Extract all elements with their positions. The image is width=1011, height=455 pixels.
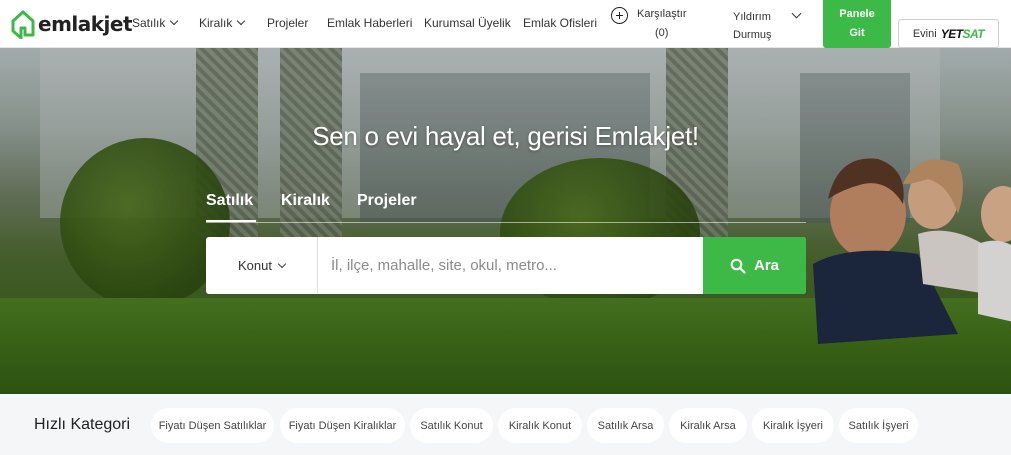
search-icon [730, 258, 746, 274]
compare-button[interactable]: Karşılaştır (0) [611, 6, 691, 42]
panel-button-line2: Git [849, 27, 865, 39]
yetsat-prefix: Evini [912, 27, 937, 40]
compare-count: (0) [655, 27, 669, 39]
search-button-label: Ara [753, 257, 779, 274]
user-last-name: Durmuş [733, 29, 772, 41]
nav-projeler[interactable]: Projeler [267, 16, 308, 30]
nav-kurumsal-uyelik[interactable]: Kurumsal Üyelik [424, 16, 511, 30]
search-button[interactable]: Ara [703, 237, 806, 294]
tab-projeler[interactable]: Projeler [357, 192, 417, 222]
chip-kiralik-konut[interactable]: Kiralık Konut [498, 408, 582, 443]
search-tabs: Satılık Kiralık Projeler [206, 192, 806, 223]
hero-banner: Sen o evi hayal et, gerisi Emlakjet! Sat… [0, 48, 1011, 394]
plus-circle-icon [611, 7, 628, 24]
quick-category-title: Hızlı Kategori [34, 416, 131, 433]
nav-emlak-ofisleri[interactable]: Emlak Ofisleri [523, 16, 597, 30]
chip-kiralik-isyeri[interactable]: Kiralık İşyeri [752, 408, 834, 443]
chip-fiyati-dusen-satiliklar[interactable]: Fiyatı Düşen Satılıklar [151, 408, 274, 443]
chip-satilik-arsa[interactable]: Satılık Arsa [587, 408, 664, 443]
search-input[interactable] [319, 237, 702, 294]
yetsat-logo-yet: YET [940, 26, 963, 41]
tab-kiralik[interactable]: Kiralık [281, 192, 330, 222]
property-type-value: Konut [238, 258, 272, 273]
user-first-name: Yıldırım [733, 11, 771, 23]
chevron-down-icon [277, 259, 287, 268]
nav-label: Kurumsal Üyelik [424, 16, 511, 30]
chip-fiyati-dusen-kiraliklar[interactable]: Fiyatı Düşen Kiralıklar [280, 408, 405, 443]
property-type-select[interactable]: Konut [206, 237, 318, 294]
nav-label: Satılık [132, 16, 166, 30]
house-logo-icon [11, 10, 35, 39]
yetsat-logo: YETSAT [940, 26, 985, 41]
chip-satilik-konut[interactable]: Satılık Konut [410, 408, 493, 443]
chevron-down-icon [170, 16, 179, 26]
tab-satilik[interactable]: Satılık [206, 192, 256, 222]
hero-title: Sen o evi hayal et, gerisi Emlakjet! [312, 121, 699, 151]
yetsat-logo-sat: SAT [962, 26, 985, 41]
panel-button-line1: Panele [839, 8, 875, 20]
nav-emlak-haberleri[interactable]: Emlak Haberleri [327, 16, 412, 30]
nav-label: Emlak Haberleri [327, 16, 413, 30]
quick-category-bar: Hızlı Kategori Fiyatı Düşen Satılıklar F… [0, 394, 1011, 455]
nav-kiralik[interactable]: Kiralık [199, 16, 246, 30]
search-box: Konut Ara [206, 237, 806, 294]
compare-label: Karşılaştır [637, 8, 687, 20]
nav-label: Kiralık [199, 16, 233, 30]
evini-yetsat-button[interactable]: Evini YETSAT [898, 19, 999, 48]
chevron-down-icon [237, 16, 246, 26]
panel-button[interactable]: Panele Git [823, 0, 891, 48]
nav-label: Projeler [267, 16, 309, 30]
top-header: emlakjet Satılık Kiralık Projeler Emlak … [0, 0, 1011, 48]
nav-label: Emlak Ofisleri [523, 16, 598, 30]
logo-text: emlakjet [38, 12, 133, 36]
nav-satilik[interactable]: Satılık [132, 16, 179, 30]
chip-kiralik-arsa[interactable]: Kiralık Arsa [669, 408, 747, 443]
emlakjet-logo[interactable]: emlakjet [10, 9, 133, 39]
chip-satilik-isyeri[interactable]: Satılık İşyeri [839, 408, 918, 443]
